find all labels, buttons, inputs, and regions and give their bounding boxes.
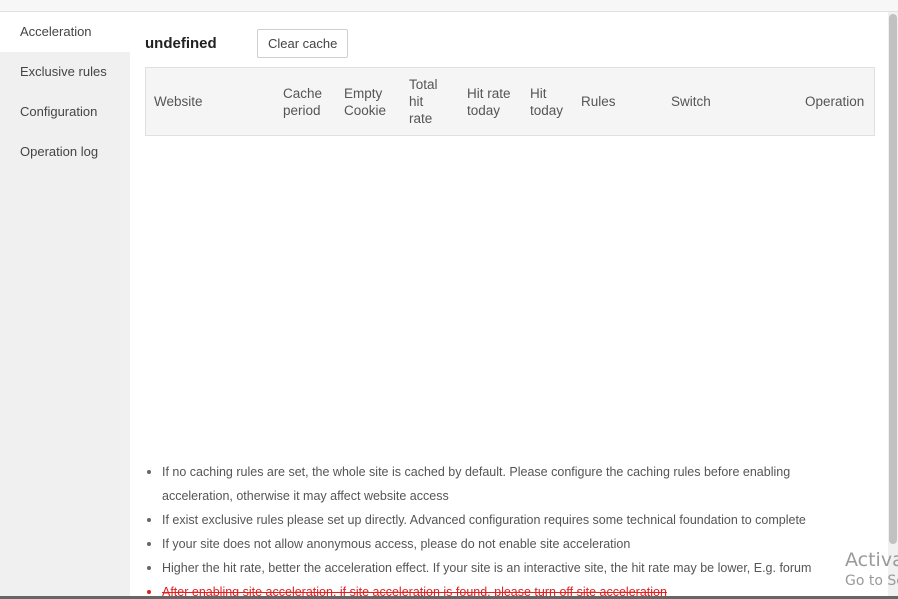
activation-watermark: Activa Go to Se [845, 548, 898, 590]
tip-item: If no caching rules are set, the whole s… [145, 460, 855, 508]
clear-cache-button[interactable]: Clear cache [257, 28, 349, 58]
sidebar-item-configuration[interactable]: Configuration [0, 92, 130, 132]
tip-item: If exist exclusive rules please set up d… [145, 508, 855, 532]
sidebar-item-acceleration[interactable]: Acceleration [0, 12, 130, 52]
column-header-total-hit-rate[interactable]: Total hit rate [409, 68, 449, 135]
column-header-hit-rate-today[interactable]: Hit rate today [467, 68, 523, 135]
site-table: Website Cache period Empty Cookie Total … [145, 67, 875, 136]
tip-item: If your site does not allow anonymous ac… [145, 532, 855, 556]
column-header-website[interactable]: Website [154, 68, 274, 135]
column-header-operation[interactable]: Operation [805, 68, 873, 135]
scrollbar-thumb[interactable] [889, 14, 897, 544]
sidebar: Acceleration Exclusive rules Configurati… [0, 12, 130, 599]
tip-item: Higher the hit rate, better the accelera… [145, 556, 855, 580]
tip-item-warning: After enabling site acceleration, if sit… [145, 580, 855, 596]
column-header-cache-period[interactable]: Cache period [283, 68, 333, 135]
window-top-bar [0, 0, 898, 12]
column-header-empty-cookie[interactable]: Empty Cookie [344, 68, 396, 135]
watermark-line-1: Activa [845, 549, 898, 571]
column-header-switch[interactable]: Switch [671, 68, 741, 135]
main-panel: undefined Clear cache Website Cache peri… [130, 12, 888, 596]
site-title: undefined [145, 34, 217, 52]
vertical-scrollbar[interactable] [888, 12, 898, 596]
watermark-line-2: Go to Se [845, 573, 898, 589]
sidebar-item-operation-log[interactable]: Operation log [0, 132, 130, 172]
panel-header: undefined Clear cache [145, 28, 349, 58]
column-header-hit-today[interactable]: Hit today [530, 68, 572, 135]
column-header-rules[interactable]: Rules [581, 68, 641, 135]
tips-list: If no caching rules are set, the whole s… [145, 460, 855, 596]
sidebar-item-exclusive-rules[interactable]: Exclusive rules [0, 52, 130, 92]
